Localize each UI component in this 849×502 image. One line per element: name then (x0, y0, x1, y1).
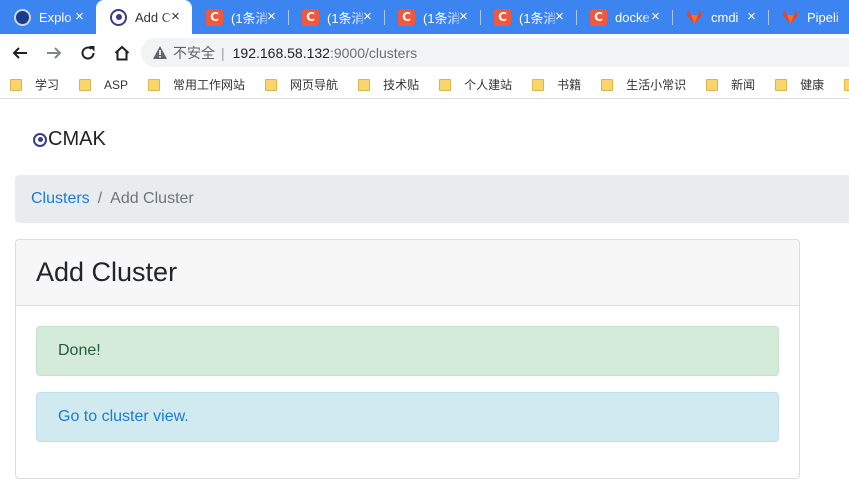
tab-csdn-3[interactable]: C (1条消 × (384, 0, 480, 34)
close-icon[interactable]: × (552, 9, 567, 24)
info-alert: Go to cluster view. (36, 392, 779, 442)
globe-icon (14, 8, 31, 26)
csdn-icon: C (206, 8, 223, 26)
bookmark-label: 常用工作网站 (173, 78, 246, 92)
url-host: 192.168.58.132 (232, 44, 330, 61)
tab-csdn-2[interactable]: C (1条消 × (288, 0, 384, 34)
url-path: :9000/clusters (329, 44, 418, 61)
bookmarks-bar: 学习 ASP 常用工作网站 网页导航 技术贴 个人建站 书籍 生活小常识 新闻 … (0, 71, 849, 99)
page-content: CMAK Clusters / Add Cluster Add Cluster … (0, 100, 849, 502)
browser-toolbar: 不安全 | 192.168.58.132 :9000/clusters (0, 34, 849, 71)
folder-icon (358, 78, 371, 91)
bookmark-label: ASP (104, 77, 129, 92)
folder-icon (10, 78, 22, 91)
bookmark-folder[interactable]: 个人建站 (439, 76, 512, 93)
bookmark-folder[interactable]: 生活小常识 (601, 76, 686, 93)
close-icon[interactable]: × (72, 9, 87, 24)
card-title: Add Cluster (16, 240, 799, 306)
folder-icon (79, 78, 92, 91)
brand-link[interactable]: CMAK (33, 128, 106, 151)
breadcrumb-current: Add Cluster (110, 190, 194, 207)
folder-icon (601, 78, 614, 91)
bookmark-folder[interactable]: 学习 (10, 76, 59, 93)
bookmark-label: 书籍 (557, 78, 582, 92)
tab-add-cluster[interactable]: Add C × (96, 0, 192, 34)
bookmark-label: 技术贴 (383, 78, 420, 92)
arrow-right-icon (47, 46, 62, 59)
folder-icon (532, 78, 545, 91)
breadcrumb-link-clusters[interactable]: Clusters (31, 190, 90, 208)
tab-csdn-4[interactable]: C (1条消 × (480, 0, 576, 34)
folder-icon (775, 78, 788, 91)
forward-button[interactable] (40, 39, 68, 67)
bookmark-label: 生活小常识 (626, 78, 687, 92)
address-separator: | (221, 44, 225, 61)
csdn-icon: C (590, 8, 607, 26)
breadcrumb-divider: / (97, 190, 103, 207)
folder-icon (148, 78, 161, 91)
folder-icon (844, 78, 849, 91)
bookmark-label: 学习 (35, 78, 60, 92)
cmak-logo-icon (33, 132, 47, 147)
bookmark-folder[interactable]: ASP (79, 78, 128, 92)
csdn-icon: C (398, 8, 415, 26)
add-cluster-card: Add Cluster Done! Go to cluster view. (15, 239, 800, 479)
close-icon[interactable]: × (648, 9, 663, 24)
success-message: Done! (58, 342, 101, 359)
tab-title: Pipeli (807, 9, 839, 25)
arrow-left-icon (12, 46, 27, 59)
folder-icon (706, 78, 719, 91)
tab-explore[interactable]: Explo × (0, 0, 96, 34)
bookmark-folder[interactable]: 健康 (775, 76, 824, 93)
tab-pipeline[interactable]: Pipeli (768, 0, 849, 34)
success-alert: Done! (36, 326, 779, 376)
close-icon[interactable]: × (264, 9, 279, 24)
home-icon (114, 45, 130, 60)
back-button[interactable] (6, 39, 34, 67)
folder-icon (439, 78, 452, 91)
tab-docker[interactable]: C docke × (576, 0, 672, 34)
reload-button[interactable] (74, 39, 102, 67)
csdn-icon: C (494, 8, 511, 26)
brand-name: CMAK (48, 128, 106, 150)
address-bar[interactable]: 不安全 | 192.168.58.132 :9000/clusters (141, 38, 849, 67)
close-icon[interactable]: × (168, 9, 183, 24)
bookmark-label: 健康 (800, 78, 825, 92)
insecure-label: 不安全 (173, 44, 215, 61)
cluster-view-link[interactable]: Go to cluster view. (58, 408, 189, 426)
bookmark-label: 个人建站 (464, 78, 513, 92)
bookmark-folder[interactable]: 书籍 (532, 76, 581, 93)
close-icon[interactable]: × (744, 9, 759, 24)
breadcrumb: Clusters / Add Cluster (15, 175, 849, 223)
gitlab-icon (686, 9, 703, 26)
reload-icon (81, 45, 95, 60)
bookmark-label: 网页导航 (290, 78, 339, 92)
gitlab-icon (782, 9, 799, 26)
bookmark-folder[interactable]: 技术贴 (358, 76, 419, 93)
home-button[interactable] (108, 39, 136, 67)
close-icon[interactable]: × (456, 9, 471, 24)
bookmark-folder[interactable]: 常用工作网站 (148, 76, 245, 93)
warning-icon (153, 46, 167, 59)
bookmark-folder[interactable]: 股票 (844, 76, 849, 93)
tab-cmdi[interactable]: cmdi × (672, 0, 768, 34)
bookmark-folder[interactable]: 网页导航 (265, 76, 338, 93)
csdn-icon: C (302, 8, 319, 26)
tab-strip: Explo × Add C × C (1条消 × C (1条消 × C (1条消… (0, 0, 849, 34)
folder-icon (265, 78, 278, 91)
cmak-icon (110, 8, 127, 26)
bookmark-folder[interactable]: 新闻 (706, 76, 755, 93)
close-icon[interactable]: × (360, 9, 375, 24)
bookmark-label: 新闻 (731, 78, 756, 92)
tab-csdn-1[interactable]: C (1条消 × (192, 0, 288, 34)
